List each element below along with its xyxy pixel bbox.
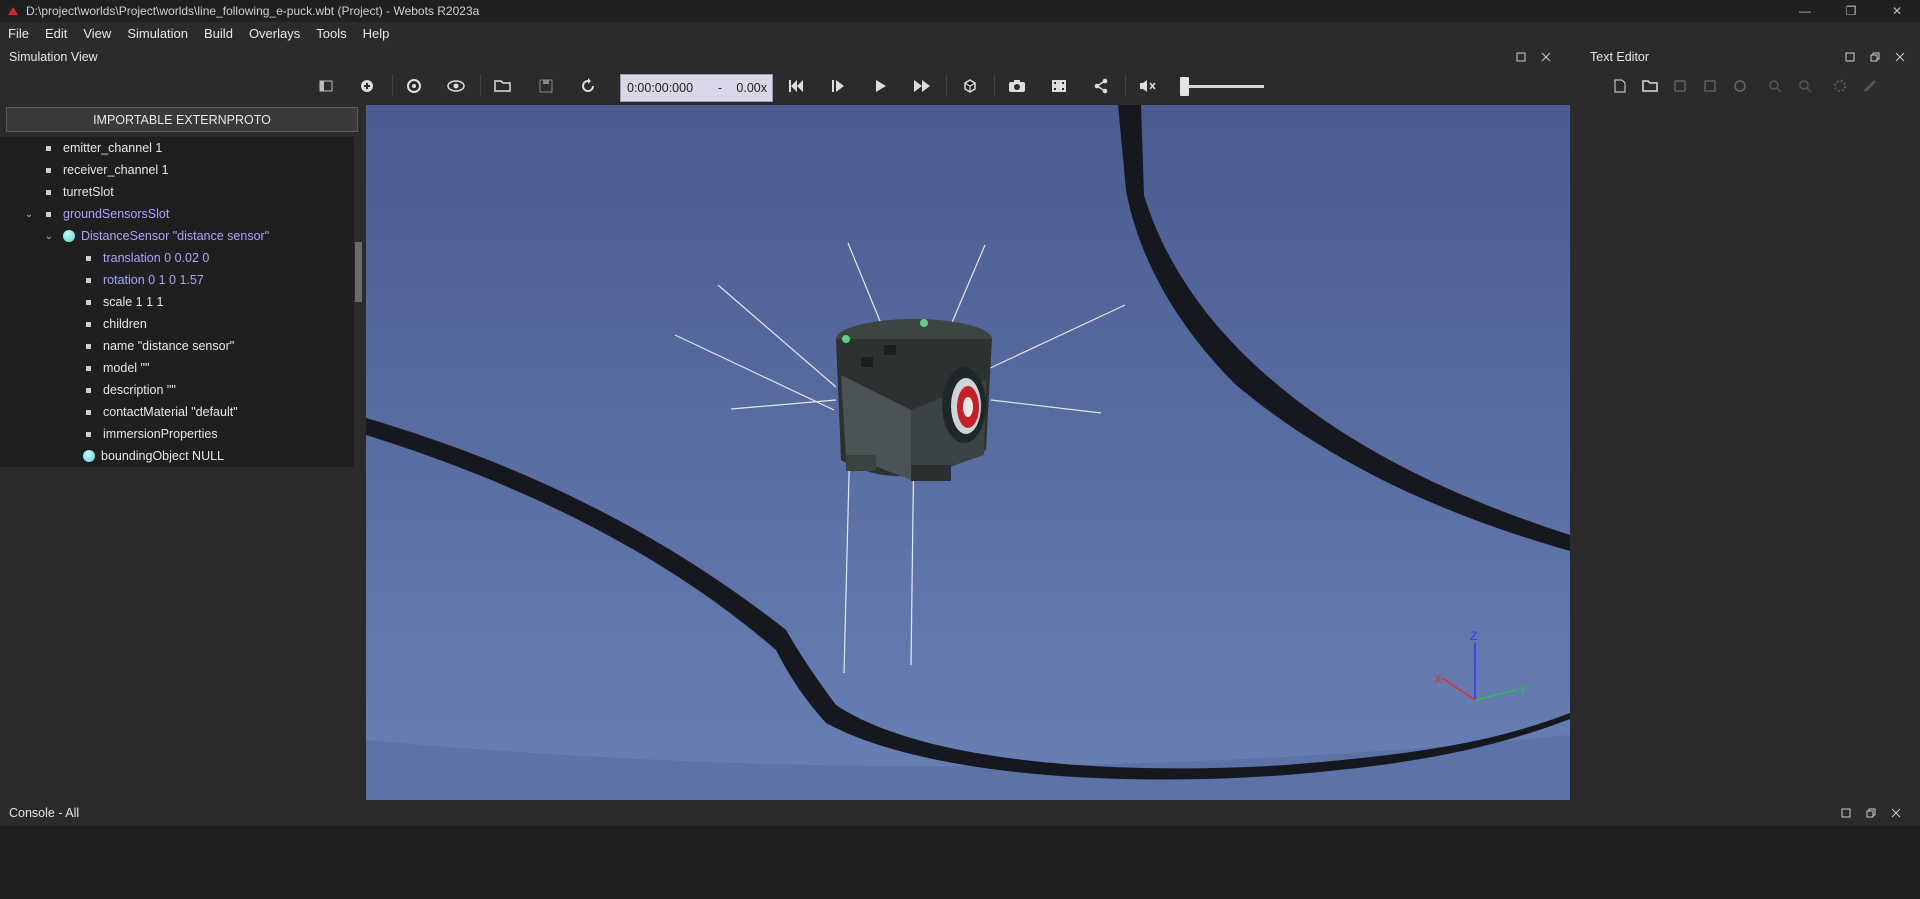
e-puck-robot[interactable] [836,319,992,481]
webots-logo-icon [8,7,18,15]
tree-item-ground-sensors-slot[interactable]: ⌄ groundSensorsSlot [0,203,354,225]
menu-simulation[interactable]: Simulation [119,26,196,41]
volume-slider-track[interactable] [1184,85,1264,88]
menu-view[interactable]: View [75,26,119,41]
step-icon[interactable] [826,74,850,98]
tree-item[interactable]: scale 1 1 1 [0,291,354,313]
float-panel-icon[interactable] [1863,805,1879,821]
importable-externproto-button[interactable]: IMPORTABLE EXTERNPROTO [6,107,358,132]
menu-tools[interactable]: Tools [308,26,354,41]
mute-speaker-icon[interactable] [1136,74,1160,98]
tree-item[interactable]: emitter_channel 1 [0,137,354,159]
chevron-down-icon[interactable]: ⌄ [44,231,54,242]
node-sphere-icon [63,230,75,242]
toggle-scene-tree-icon[interactable] [314,74,338,98]
simulation-speed: 0.00x [736,81,767,95]
tree-item[interactable]: contactMaterial "default" [0,401,354,423]
tree-item[interactable]: name "distance sensor" [0,335,354,357]
menu-build[interactable]: Build [196,26,241,41]
close-panel-icon[interactable] [1538,49,1554,65]
clean-brush-icon[interactable] [1858,74,1882,98]
scene-tree: emitter_channel 1 receiver_channel 1 tur… [0,137,354,467]
menu-help[interactable]: Help [355,26,398,41]
3d-viewport[interactable]: Z Y X [366,105,1570,800]
reset-simulation-icon[interactable] [784,74,808,98]
field-editor-area [0,467,362,800]
build-gear-icon[interactable] [1828,74,1852,98]
tree-item[interactable]: immersionProperties [0,423,354,445]
save-world-icon[interactable] [534,74,558,98]
maximize-panel-icon[interactable] [1513,49,1529,65]
tree-item[interactable]: turretSlot [0,181,354,203]
node-sphere-icon [83,450,95,462]
minimize-button[interactable]: — [1782,0,1828,22]
tree-item[interactable]: receiver_channel 1 [0,159,354,181]
tree-item[interactable]: model "" [0,357,354,379]
axis-y-label: Y [1519,683,1527,697]
console-header: Console - All [0,802,1920,824]
float-panel-icon[interactable] [1867,49,1883,65]
axis-x-label: X [1434,672,1442,686]
tree-item[interactable]: rotation 0 1 0 1.57 [0,269,354,291]
save-as-icon[interactable] [1698,74,1722,98]
open-file-icon[interactable] [1638,74,1662,98]
reload-world-icon[interactable] [576,74,600,98]
screenshot-camera-icon[interactable] [1005,74,1029,98]
revert-file-icon[interactable] [1728,74,1752,98]
title-bar: D:\project\worlds\Project\worlds\line_fo… [0,0,1920,22]
text-editor-title: Text Editor [1590,50,1650,64]
play-icon[interactable] [868,74,892,98]
console-title: Console - All [9,806,80,820]
simulation-view-title: Simulation View [9,50,98,64]
volume-slider-handle[interactable] [1180,77,1189,96]
add-node-icon[interactable] [355,74,379,98]
menu-edit[interactable]: Edit [37,26,75,41]
close-panel-icon[interactable] [1888,805,1904,821]
console-output[interactable] [0,826,1920,899]
3d-scene[interactable]: Z Y X [366,105,1570,800]
text-editor-header: Text Editor [1572,46,1920,68]
record-movie-icon[interactable] [1047,74,1071,98]
window-title: D:\project\worlds\Project\worlds\line_fo… [26,4,480,18]
menu-file[interactable]: File [0,26,37,41]
tree-item[interactable]: translation 0 0.02 0 [0,247,354,269]
scrollbar-thumb[interactable] [355,242,362,302]
scene-tree-scrollbar[interactable] [355,137,362,467]
tree-item[interactable]: children [0,313,354,335]
simulation-time: 0:00:00:000 [627,81,694,95]
close-panel-icon[interactable] [1892,49,1908,65]
chevron-down-icon[interactable]: ⌄ [24,209,34,220]
follow-object-icon[interactable] [402,74,426,98]
menu-overlays[interactable]: Overlays [241,26,308,41]
time-separator: - [717,81,723,95]
text-editor-area[interactable] [1572,105,1920,800]
maximize-panel-icon[interactable] [1842,49,1858,65]
open-world-icon[interactable] [491,74,515,98]
tree-item[interactable]: boundingObject NULL [0,445,354,467]
share-icon[interactable] [1089,74,1113,98]
visibility-eye-icon[interactable] [444,74,468,98]
tree-item[interactable]: description "" [0,379,354,401]
tree-item-distance-sensor[interactable]: ⌄ DistanceSensor "distance sensor" [0,225,354,247]
rendering-toggle-icon[interactable] [958,74,982,98]
simulation-view-header: Simulation View [0,46,1570,68]
replace-icon[interactable] [1793,74,1817,98]
menu-bar: File Edit View Simulation Build Overlays… [0,22,1920,44]
axis-z-label: Z [1470,629,1477,643]
new-file-icon[interactable] [1608,74,1632,98]
find-icon[interactable] [1763,74,1787,98]
maximize-panel-icon[interactable] [1838,805,1854,821]
simulation-time-display: 0:00:00:000 - 0.00x [620,74,773,102]
close-button[interactable]: ✕ [1874,0,1920,22]
save-file-icon[interactable] [1668,74,1692,98]
restore-button[interactable]: ❐ [1828,0,1874,22]
fast-forward-icon[interactable] [910,74,934,98]
